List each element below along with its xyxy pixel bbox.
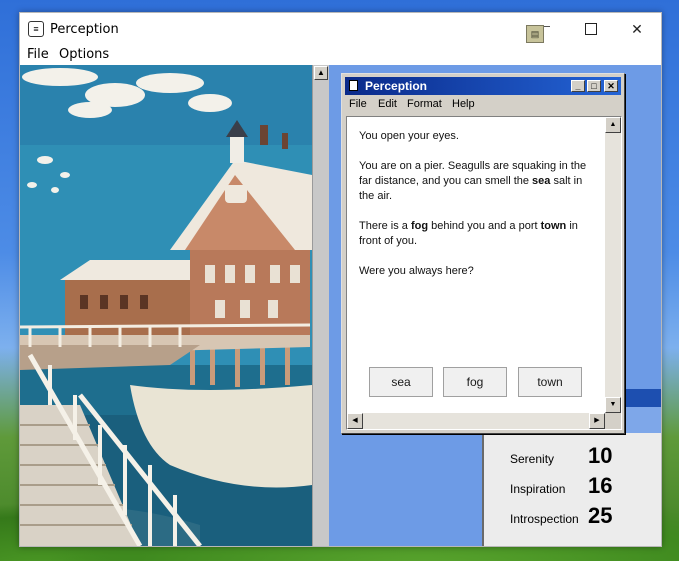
story-text: You open your eyes. You are on a pier. S… xyxy=(359,129,599,294)
main-menubar: File Options xyxy=(20,45,661,65)
choice-fog-button[interactable]: fog xyxy=(443,367,507,397)
choice-sea-button[interactable]: sea xyxy=(369,367,433,397)
horizontal-scrollbar[interactable]: ◀ ▶ xyxy=(347,413,605,429)
scroll-right-icon[interactable]: ▶ xyxy=(589,413,605,429)
window-title: Perception xyxy=(50,22,119,37)
minimize-icon[interactable] xyxy=(544,26,550,27)
keyword-sea: sea xyxy=(532,175,551,187)
minimize-icon: _ xyxy=(575,81,581,91)
minimize-button[interactable]: _ xyxy=(571,80,585,92)
story-paragraph: There is a fog behind you and a port tow… xyxy=(359,219,599,249)
scroll-left-icon[interactable]: ◀ xyxy=(347,413,363,429)
scene-scrollbar[interactable]: ▲ xyxy=(312,65,329,546)
notepad-text-area[interactable]: You open your eyes. You are on a pier. S… xyxy=(346,116,622,430)
maximize-icon: □ xyxy=(591,81,597,91)
stat-row-introspection: Introspection 25 xyxy=(510,503,660,529)
menu-help[interactable]: Help xyxy=(452,98,475,110)
tray-app-icon[interactable]: ▤ xyxy=(526,25,544,43)
pier-scene-image xyxy=(20,65,312,546)
notepad-menubar: File Edit Format Help xyxy=(345,96,621,114)
menu-options[interactable]: Options xyxy=(59,47,109,62)
stat-label: Serenity xyxy=(510,452,555,466)
stat-label: Inspiration xyxy=(510,482,566,496)
notepad-titlebar[interactable]: Perception _ □ ✕ xyxy=(345,77,621,95)
keyword-fog: fog xyxy=(410,220,429,232)
vertical-scrollbar[interactable]: ▲ ▼ xyxy=(605,117,621,413)
notepad-icon xyxy=(349,80,358,91)
story-text-run: There is a xyxy=(359,220,411,232)
keyword-town: town xyxy=(540,220,567,232)
stat-value: 10 xyxy=(588,443,613,468)
scroll-up-icon[interactable]: ▲ xyxy=(314,66,328,80)
notepad-icon: ≡ xyxy=(28,21,44,37)
close-button[interactable]: ✕ xyxy=(604,80,618,92)
main-titlebar[interactable]: ≡ Perception ▤ ✕ xyxy=(20,13,661,45)
choice-town-button[interactable]: town xyxy=(518,367,582,397)
notepad-title: Perception xyxy=(365,79,428,93)
stat-label: Introspection xyxy=(510,512,579,526)
story-text-run: behind you and a port xyxy=(428,220,541,232)
story-line: Were you always here? xyxy=(359,265,474,277)
stat-value: 25 xyxy=(588,503,613,528)
stats-panel: Serenity 10 Inspiration 16 Introspection… xyxy=(482,433,661,546)
resize-grip-icon[interactable] xyxy=(605,413,621,429)
scroll-up-icon[interactable]: ▲ xyxy=(605,117,621,133)
maximize-button[interactable] xyxy=(568,17,614,41)
stat-row-inspiration: Inspiration 16 xyxy=(510,473,660,499)
scroll-down-icon[interactable]: ▼ xyxy=(605,397,621,413)
close-button[interactable]: ✕ xyxy=(614,17,660,41)
maximize-button[interactable]: □ xyxy=(587,80,601,92)
menu-file[interactable]: File xyxy=(349,98,367,110)
notepad-window: Perception _ □ ✕ File Edit Format Help Y… xyxy=(341,73,625,434)
story-paragraph: You are on a pier. Seagulls are squaking… xyxy=(359,159,599,204)
close-icon: ✕ xyxy=(607,81,615,91)
stat-row-serenity: Serenity 10 xyxy=(510,443,660,469)
menu-format[interactable]: Format xyxy=(407,98,442,110)
close-icon: ✕ xyxy=(631,20,643,37)
story-line: You open your eyes. xyxy=(359,130,459,142)
maximize-icon xyxy=(585,23,597,35)
menu-edit[interactable]: Edit xyxy=(378,98,397,110)
menu-file[interactable]: File xyxy=(27,47,49,62)
stat-value: 16 xyxy=(588,473,613,498)
